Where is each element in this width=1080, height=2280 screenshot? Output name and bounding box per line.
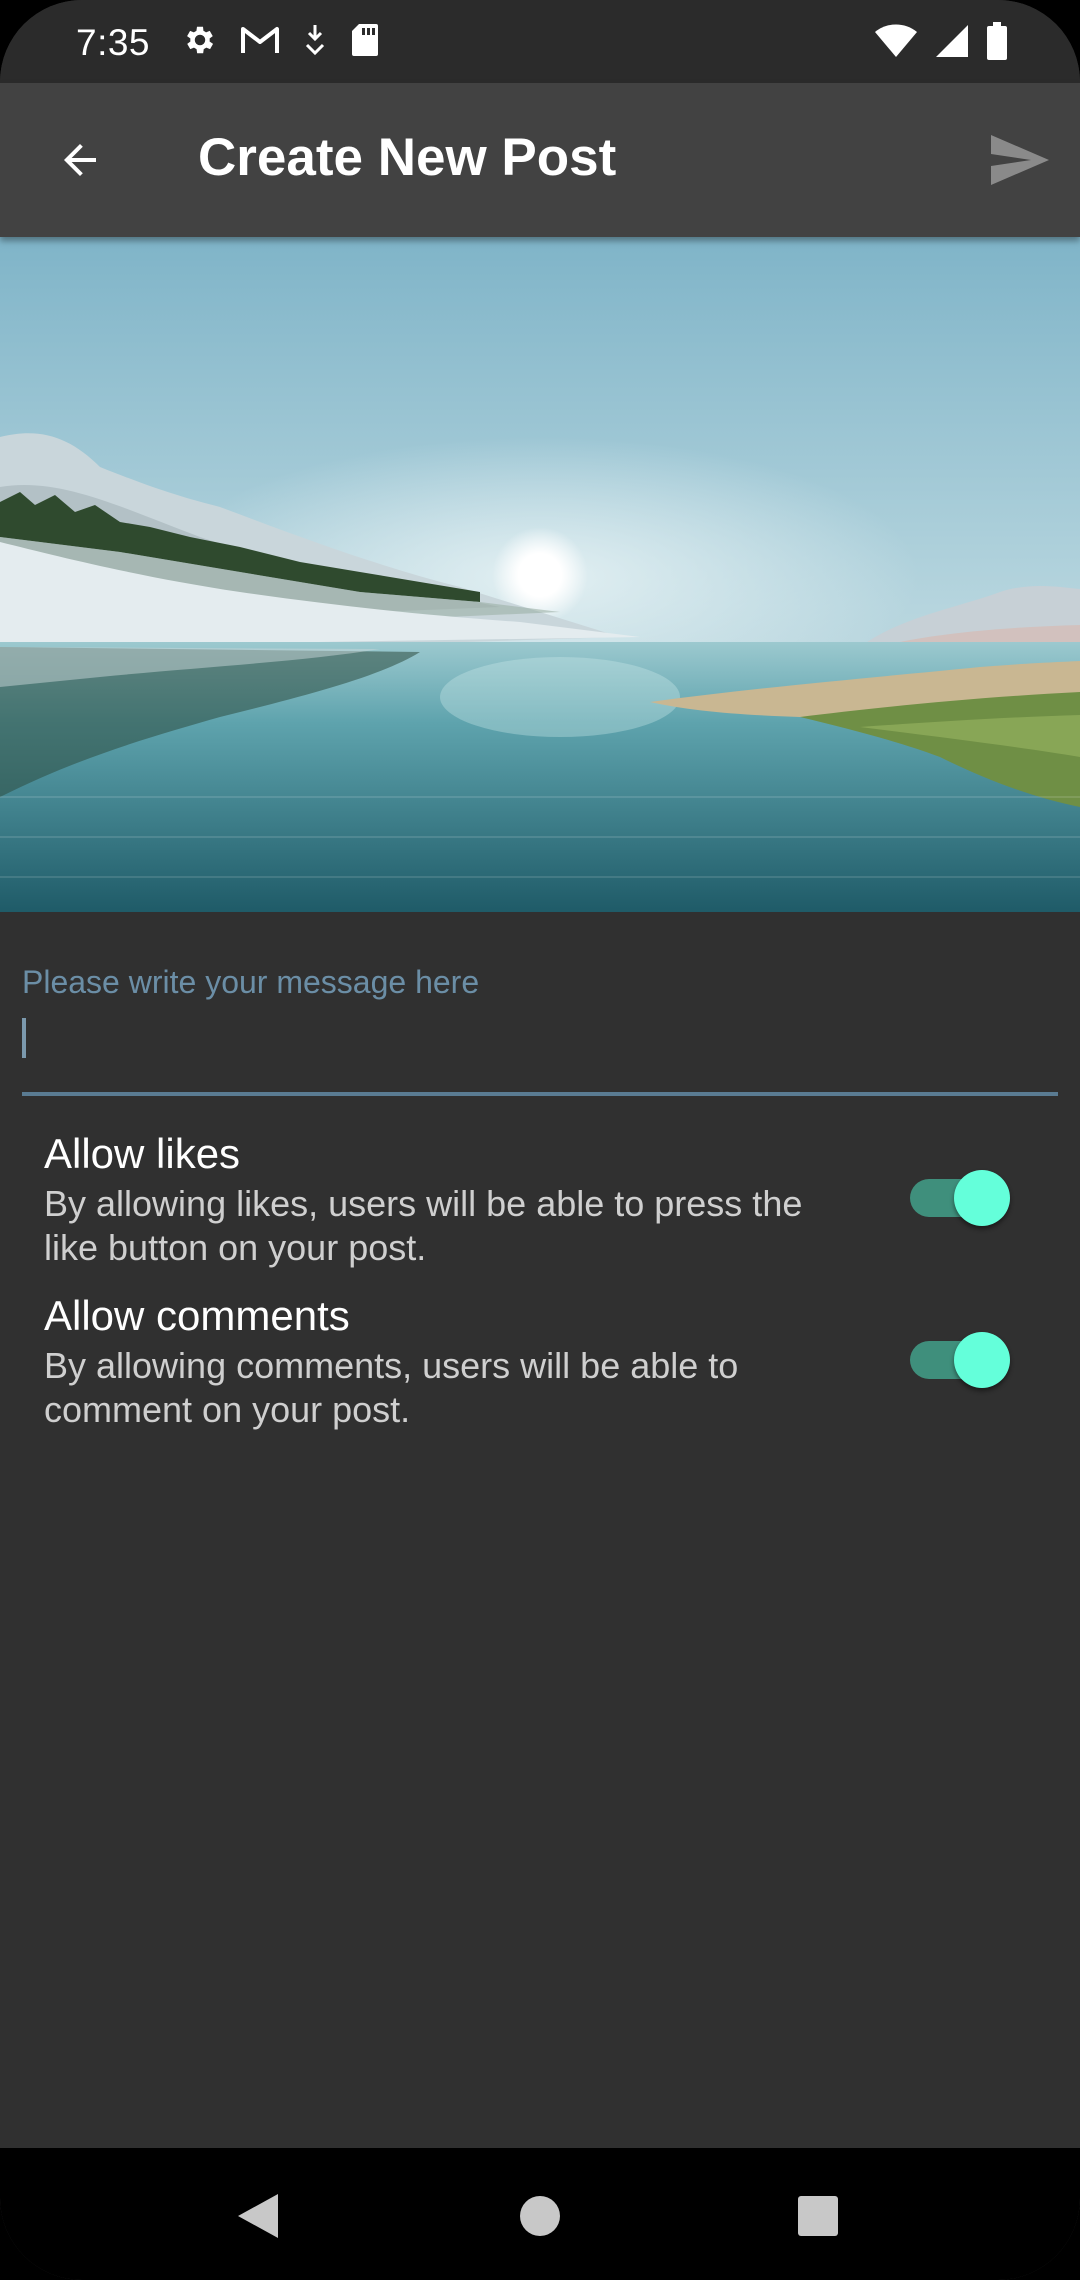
send-button[interactable] xyxy=(980,120,1060,200)
setting-allow-comments[interactable]: Allow comments By allowing comments, use… xyxy=(0,1292,1080,1442)
battery-icon xyxy=(986,22,1008,60)
arrow-back-icon xyxy=(64,144,96,176)
landscape-lake-photo xyxy=(0,237,1080,912)
nav-home-button[interactable] xyxy=(510,2186,570,2246)
status-icons-left xyxy=(182,22,380,58)
toggle-thumb xyxy=(954,1332,1010,1388)
message-input[interactable] xyxy=(30,1010,1054,1068)
gear-icon xyxy=(182,22,218,58)
allow-comments-toggle[interactable] xyxy=(910,1332,1010,1388)
nav-back-button[interactable] xyxy=(228,2186,288,2246)
status-time: 7:35 xyxy=(76,22,151,63)
navigation-bar xyxy=(0,2148,1080,2280)
gmail-icon xyxy=(240,24,280,56)
signal-icon xyxy=(934,23,970,59)
send-icon xyxy=(991,135,1049,185)
nav-recents-button[interactable] xyxy=(788,2186,848,2246)
message-field-label: Please write your message here xyxy=(22,964,480,1000)
page-title: Create New Post xyxy=(198,128,617,187)
status-icons-right xyxy=(874,22,1008,60)
back-button[interactable] xyxy=(40,120,120,200)
status-bar: 7:35 xyxy=(0,0,1080,83)
nav-recents-icon xyxy=(798,2196,838,2236)
app-bar: Create New Post xyxy=(0,83,1080,237)
setting-allow-likes[interactable]: Allow likes By allowing likes, users wil… xyxy=(0,1130,1080,1280)
toggle-thumb xyxy=(954,1170,1010,1226)
allow-likes-toggle[interactable] xyxy=(910,1170,1010,1226)
screen: 7:35 Create New Post Please write your m… xyxy=(0,0,1080,2280)
setting-title: Allow likes xyxy=(44,1130,241,1177)
setting-description: By allowing comments, users will be able… xyxy=(44,1345,739,1430)
sd-card-icon xyxy=(350,22,380,58)
message-field[interactable]: Please write your message here xyxy=(22,950,1058,1098)
nav-home-icon xyxy=(520,2196,560,2236)
nav-back-icon xyxy=(238,2194,278,2238)
download-icon xyxy=(302,23,328,57)
post-image xyxy=(0,237,1080,912)
setting-description: By allowing likes, users will be able to… xyxy=(44,1183,803,1268)
setting-title: Allow comments xyxy=(44,1292,350,1339)
message-field-underline xyxy=(22,1092,1058,1096)
wifi-icon xyxy=(874,23,918,59)
text-caret xyxy=(22,1018,26,1058)
